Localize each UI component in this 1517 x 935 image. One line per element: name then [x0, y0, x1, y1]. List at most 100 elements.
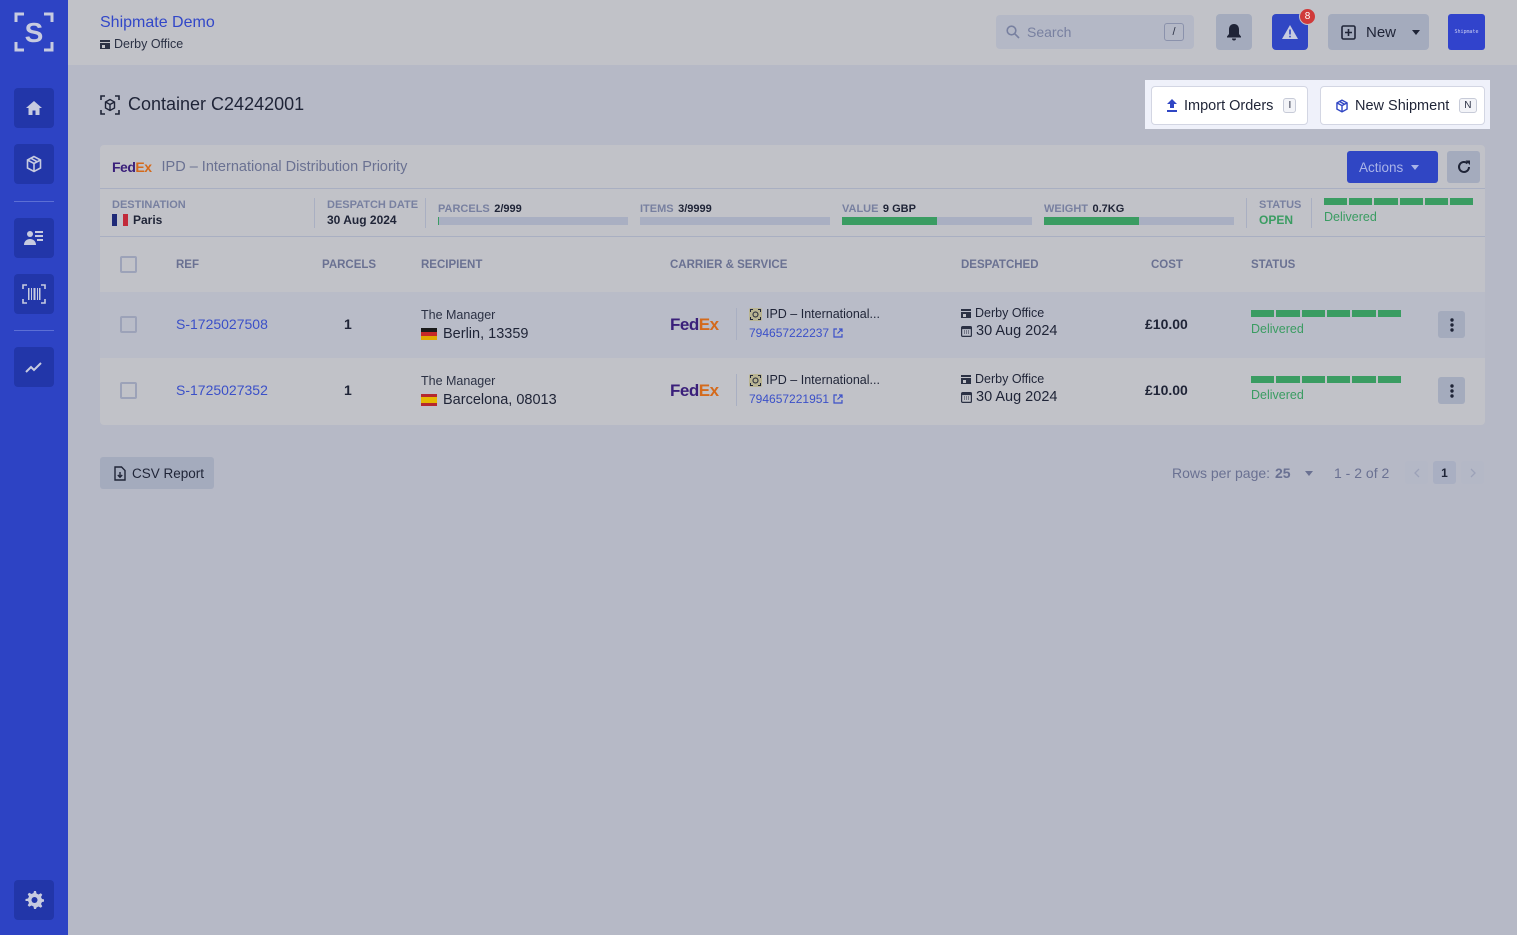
package-icon [26, 155, 42, 173]
tracking-link[interactable]: 794657222237 [749, 326, 843, 340]
column-header-carrier[interactable]: CARRIER & SERVICE [670, 259, 787, 271]
search-shortcut: / [1164, 23, 1184, 41]
sidebar-item-settings[interactable] [14, 880, 54, 920]
location-name: Derby Office [114, 37, 184, 51]
tracking-step [1399, 198, 1423, 205]
flag-france-icon [112, 214, 128, 226]
csv-report-button[interactable]: CSV Report [100, 457, 214, 489]
store-icon [961, 374, 971, 384]
row-more-button[interactable] [1438, 311, 1465, 338]
alerts-button[interactable]: 8 [1272, 8, 1316, 50]
page-title-text: Container C24242001 [128, 94, 305, 114]
sidebar-item-contacts[interactable] [14, 218, 54, 258]
chevron-right-icon [1470, 468, 1476, 477]
import-orders-button[interactable]: Import Orders I [1151, 86, 1308, 125]
shipmate-logo[interactable]: S [14, 12, 54, 52]
stat-status: STATUS OPEN [1259, 199, 1302, 227]
column-header-recipient[interactable]: RECIPIENT [421, 259, 482, 271]
shipment-ref-link[interactable]: S-1725027352 [176, 382, 268, 398]
refresh-button[interactable] [1447, 151, 1480, 183]
store-icon [100, 39, 110, 49]
container-icon [749, 373, 762, 387]
shipment-status: Delivered [1251, 322, 1304, 336]
org-switcher[interactable]: Shipmate Demo Derby Office [100, 14, 215, 51]
next-page-button[interactable] [1461, 461, 1484, 484]
shipment-cost: £10.00 [1145, 316, 1188, 332]
row-more-button[interactable] [1438, 377, 1465, 404]
shipment-ref-link[interactable]: S-1725027508 [176, 316, 268, 332]
parcels-count: 1 [344, 382, 352, 398]
select-all-checkbox[interactable] [120, 256, 137, 273]
recipient-name: The Manager [421, 374, 496, 388]
calendar-icon [961, 392, 972, 403]
service-name: IPD – International... [749, 307, 880, 321]
sidebar-item-scan[interactable] [14, 274, 54, 314]
stat-value: VALUE 9 GBP [842, 203, 916, 215]
caret-down-icon [1411, 164, 1420, 170]
shipment-cost: £10.00 [1145, 382, 1188, 398]
page-button-current[interactable]: 1 [1433, 461, 1456, 484]
sidebar-item-analytics[interactable] [14, 347, 54, 387]
despatch-location: Derby Office [961, 306, 1044, 320]
search-icon [1006, 25, 1020, 39]
caret-down-icon [1412, 29, 1421, 35]
sidebar: S [0, 0, 68, 935]
sidebar-divider [14, 201, 54, 202]
org-name[interactable]: Shipmate Demo [100, 14, 215, 32]
stat-destination: DESTINATION Paris [112, 199, 186, 227]
prev-page-button[interactable] [1405, 461, 1428, 484]
container-stats: DESTINATION Paris DESPATCH DATE 30 Aug 2… [100, 190, 1485, 237]
recipient-address: Barcelona, 08013 [421, 392, 557, 408]
new-button[interactable]: New [1328, 14, 1429, 50]
flag-es-icon [421, 394, 437, 406]
file-download-icon [114, 465, 126, 481]
column-header-parcels[interactable]: PARCELS [322, 259, 376, 271]
table-row[interactable]: S-1725027352 1 The Manager Barcelona, 08… [100, 358, 1485, 424]
sidebar-item-home[interactable] [14, 88, 54, 128]
user-avatar[interactable]: Shipmate [1448, 14, 1485, 50]
fedex-logo: FedEx [670, 315, 719, 334]
tracking-step [1424, 198, 1448, 205]
sidebar-item-shipments[interactable] [14, 144, 54, 184]
recipient-address: Berlin, 13359 [421, 326, 528, 342]
tracking-link[interactable]: 794657221951 [749, 392, 843, 406]
tracking-step [1324, 198, 1348, 205]
notifications-button[interactable] [1216, 14, 1252, 50]
shipment-status: Delivered [1251, 388, 1304, 402]
container-card: FedEx IPD – International Distribution P… [100, 145, 1485, 425]
actions-button[interactable]: Actions [1347, 151, 1438, 183]
column-header-ref[interactable]: REF [176, 259, 199, 271]
search-placeholder: Search [1027, 24, 1072, 40]
refresh-icon [1457, 160, 1470, 173]
tracking-step [1449, 198, 1474, 205]
parcels-count: 1 [344, 316, 352, 332]
csv-report-label: CSV Report [132, 465, 205, 481]
actions-label: Actions [1359, 159, 1404, 175]
new-shipment-shortcut: N [1459, 98, 1477, 113]
table-row[interactable]: S-1725027508 1 The Manager Berlin, 13359… [100, 292, 1485, 358]
more-vertical-icon [1449, 317, 1454, 332]
pagination-range: 1 - 2 of 2 [1334, 465, 1390, 481]
row-checkbox[interactable] [120, 316, 137, 333]
container-icon [749, 307, 762, 321]
search-input[interactable]: Search / [996, 15, 1194, 49]
value-progress [842, 217, 1032, 225]
new-shipment-label: New Shipment [1355, 97, 1450, 114]
alerts-badge: 8 [1299, 8, 1316, 25]
store-icon [961, 308, 971, 318]
chart-line-icon [25, 362, 42, 373]
stat-items: ITEMS 3/9999 [640, 203, 712, 215]
rows-per-page-select[interactable]: 25 [1275, 465, 1317, 481]
stat-despatch-date: DESPATCH DATE 30 Aug 2024 [327, 199, 419, 227]
column-header-status[interactable]: STATUS [1251, 259, 1295, 271]
column-header-cost[interactable]: COST [1151, 259, 1183, 271]
new-shipment-button[interactable]: New Shipment N [1320, 86, 1485, 125]
package-icon [1336, 98, 1348, 113]
import-orders-label: Import Orders [1184, 97, 1274, 114]
location[interactable]: Derby Office [100, 37, 215, 51]
flag-de-icon [421, 328, 437, 340]
tracking-progress: Delivered [1324, 198, 1474, 224]
column-header-despatched[interactable]: DESPATCHED [961, 259, 1039, 271]
row-checkbox[interactable] [120, 382, 137, 399]
new-label: New [1366, 23, 1397, 41]
